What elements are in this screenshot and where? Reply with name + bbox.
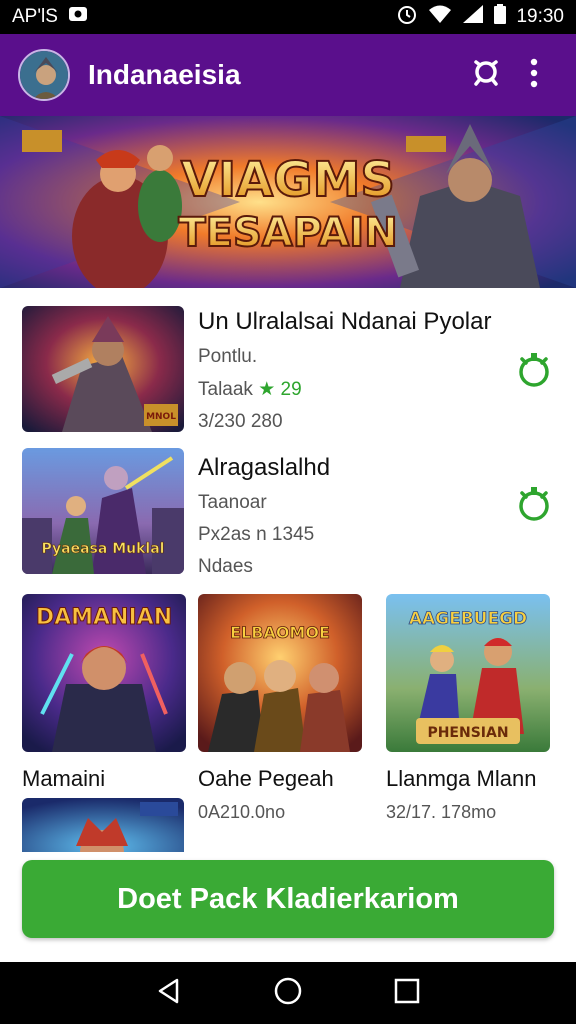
back-icon [155,977,183,1010]
signal-icon [462,4,484,30]
list-item-rating: Talaak ★ 29 [198,378,516,401]
game-thumbnail[interactable] [22,798,184,858]
list-item[interactable]: MNOL Un Ulralalsai Ndanai Pyolar Pontlu.… [0,298,576,438]
list-item-meta: Px2as n 1345 [198,524,315,545]
search-icon [470,57,502,94]
grid-card-title: Mamaini [22,766,106,791]
back-button[interactable] [145,969,193,1017]
avatar[interactable] [18,49,70,101]
thumb-caption: PHENSIAN [427,725,508,741]
banner-title-line1: VIAGMS [181,152,395,208]
grid-card-title: Oahe Pegeah [198,766,334,791]
grid-card-title: Llanmga Mlann [386,766,537,791]
rating-value: 29 [280,379,302,400]
battery-icon [494,4,507,30]
list-item-size: 3/230 280 [198,411,283,432]
recents-button[interactable] [383,969,431,1017]
list-item[interactable]: Pyaeasa Muklal Alragaslalhd Taanoar Px2a… [0,440,576,580]
list-item-title: Alragaslalhd [198,454,331,481]
home-button[interactable] [264,969,312,1017]
download-icon [516,485,552,528]
recents-icon [394,978,420,1009]
wifi-icon [428,4,452,30]
game-thumbnail: ELBAOMOE [198,594,362,752]
more-button[interactable] [510,51,558,99]
rating-label: Talaak [198,379,253,400]
more-vert-icon [528,57,540,94]
status-time: 19:30 [516,6,564,27]
hero-banner[interactable]: VIAGMS TESAPAIN [0,116,576,288]
status-bar: AP'lS 19:30 [0,0,576,34]
thumb-title: DAMANIAN [36,605,172,630]
cta-container: Doet Pack Kladierkariom [0,852,576,962]
system-nav-bar [0,962,576,1024]
app-bar: Indanaeisia [0,34,576,116]
grid-card-subtitle: 32/17. 178mo [386,802,497,822]
grid-card-subtitle: 0A210.0no [198,802,286,822]
banner-title-line2: TESAPAIN [178,210,397,256]
list-item-size: Ndaes [198,556,253,577]
download-button[interactable] [514,486,554,526]
game-thumbnail: AAGEBUEGD PHENSIAN [386,594,550,752]
grid-card[interactable]: ELBAOMOE Oahe Pegeah 0A210.0no [198,594,362,823]
grid-card[interactable]: DAMANIAN Mamaini [22,594,186,802]
alarm-icon [396,3,418,31]
game-thumbnail: Pyaeasa Muklal [22,448,184,574]
thumb-badge: MNOL [146,412,176,422]
search-button[interactable] [462,51,510,99]
thumb-title: ELBAOMOE [230,623,330,642]
list-item-subtitle: Pontlu. [198,346,258,367]
list-item-subtitle: Taanoar [198,492,267,513]
photo-icon [68,5,88,29]
download-button[interactable] [514,352,554,392]
home-icon [273,976,303,1011]
thumb-title: AAGEBUEGD [409,609,527,629]
game-thumbnail: MNOL [22,306,184,432]
star-icon: ★ [258,379,276,400]
thumb-caption: Pyaeasa Muklal [42,541,165,557]
grid-card[interactable]: AAGEBUEGD PHENSIAN Llanmga Mlann 32/17. … [386,594,550,823]
status-left-text: AP'lS [12,6,58,27]
app-title: Indanaeisia [88,59,241,90]
game-thumbnail: DAMANIAN [22,594,186,752]
download-icon [516,351,552,394]
list-item-title: Un Ulralalsai Ndanai Pyolar [198,308,492,335]
primary-cta-button[interactable]: Doet Pack Kladierkariom [22,860,554,938]
